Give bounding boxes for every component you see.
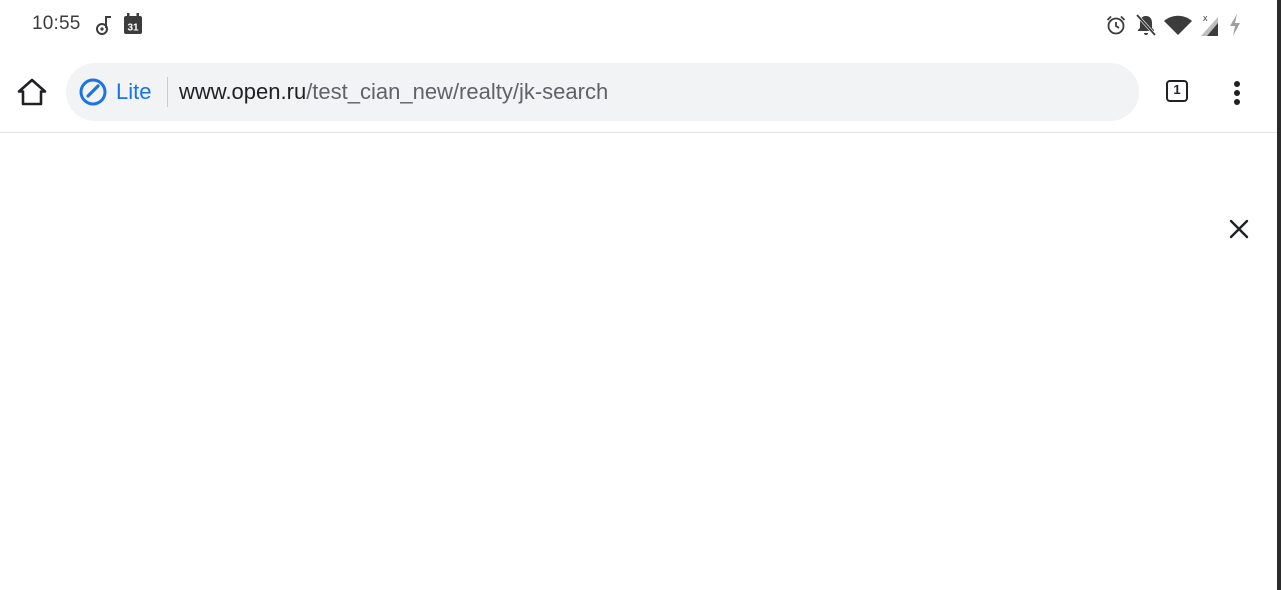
close-button[interactable] [1226,216,1252,242]
url-path: /test_cian_new/realty/jk-search [306,79,609,104]
signal-no-service-icon: x [1201,13,1218,36]
home-button[interactable] [14,74,50,110]
screen-edge [1277,0,1281,590]
close-icon [1229,219,1249,239]
browser-menu-button[interactable] [1222,76,1252,110]
status-time: 10:55 [32,13,81,34]
url-host: www.open.ru [179,79,307,104]
home-icon [17,78,47,106]
address-bar-divider [167,77,168,107]
url-text[interactable]: www.open.ru/test_cian_new/realty/jk-sear… [179,80,608,104]
alarm-icon [1106,15,1126,35]
notifications-off-icon [1135,13,1157,37]
calendar-icon: 31 [124,13,142,34]
page-content [0,133,1277,590]
wifi-icon [1164,15,1192,35]
tab-count: 1 [1173,82,1181,97]
lite-label: Lite [116,79,152,104]
address-bar[interactable]: Lite www.open.ru/test_cian_new/realty/jk… [66,63,1139,121]
speedometer-icon [79,78,107,106]
music-note-icon [96,16,111,35]
tab-switcher-button[interactable]: 1 [1166,80,1192,106]
charging-bolt-icon [1230,14,1240,36]
status-bar: 10:55 31 x [0,0,1277,52]
browser-toolbar: Lite www.open.ru/test_cian_new/realty/jk… [0,52,1277,133]
lite-mode-badge[interactable]: Lite [78,76,151,108]
calendar-day-label: 31 [127,23,139,34]
signal-marker: x [1203,13,1208,23]
browser-screen: 10:55 31 x Lite www.open.ru/test_cian_ne… [0,0,1281,590]
